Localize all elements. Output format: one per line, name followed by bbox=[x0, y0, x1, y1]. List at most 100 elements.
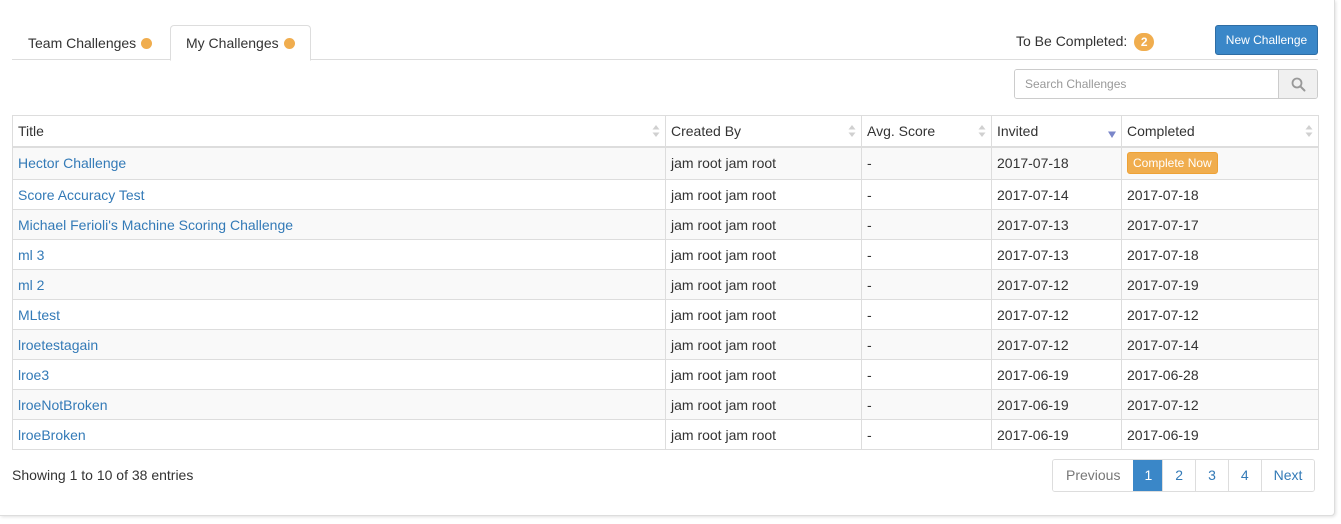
title-cell: lroeBroken bbox=[12, 419, 666, 450]
tab-team-challenges[interactable]: Team Challenges bbox=[12, 25, 168, 60]
search-button[interactable] bbox=[1278, 70, 1317, 98]
created-by-cell: jam root jam root bbox=[665, 329, 862, 360]
notification-dot bbox=[283, 38, 295, 49]
column-header-title[interactable]: Title bbox=[12, 115, 666, 148]
completed-cell: 2017-06-19 bbox=[1121, 419, 1319, 450]
page-button-2[interactable]: 2 bbox=[1162, 460, 1196, 491]
sort-both-icon bbox=[978, 124, 986, 138]
challenges-panel: Team Challenges My Challenges To Be Comp… bbox=[0, 0, 1335, 516]
table-row: lroeNotBroken jam root jam root - 2017-0… bbox=[12, 389, 1319, 420]
created-by-cell: jam root jam root bbox=[665, 146, 862, 180]
tab-my-challenges[interactable]: My Challenges bbox=[170, 25, 311, 61]
challenge-title-link[interactable]: Michael Ferioli's Machine Scoring Challe… bbox=[18, 217, 293, 233]
search-input[interactable] bbox=[1015, 70, 1279, 98]
to-be-completed: To Be Completed: 2 bbox=[1016, 33, 1155, 51]
invited-cell: 2017-06-19 bbox=[991, 389, 1122, 420]
search-icon bbox=[1291, 77, 1306, 92]
table-row: lroe3 jam root jam root - 2017-06-19 201… bbox=[12, 359, 1319, 390]
sort-both-icon bbox=[1305, 124, 1313, 138]
avg-score-cell: - bbox=[861, 209, 992, 240]
title-cell: Hector Challenge bbox=[12, 146, 666, 180]
sort-both-icon bbox=[848, 124, 856, 138]
next-page-button[interactable]: Next bbox=[1260, 460, 1315, 491]
challenge-title-link[interactable]: lroeNotBroken bbox=[18, 397, 108, 413]
title-cell: Score Accuracy Test bbox=[12, 179, 666, 210]
challenge-title-link[interactable]: lroetestagain bbox=[18, 337, 98, 353]
table-row: ml 2 jam root jam root - 2017-07-12 2017… bbox=[12, 269, 1319, 300]
challenge-title-link[interactable]: lroeBroken bbox=[18, 427, 86, 443]
invited-cell: 2017-07-13 bbox=[991, 239, 1122, 270]
table-row: ml 3 jam root jam root - 2017-07-13 2017… bbox=[12, 239, 1319, 270]
challenge-title-link[interactable]: lroe3 bbox=[18, 367, 49, 383]
title-cell: ml 2 bbox=[12, 269, 666, 300]
challenge-title-link[interactable]: Score Accuracy Test bbox=[18, 187, 145, 203]
column-header-invited[interactable]: Invited bbox=[991, 115, 1122, 148]
title-cell: lroetestagain bbox=[12, 329, 666, 360]
completed-cell: 2017-07-17 bbox=[1121, 209, 1319, 240]
avg-score-cell: - bbox=[861, 389, 992, 420]
challenge-title-link[interactable]: Hector Challenge bbox=[18, 155, 126, 171]
created-by-cell: jam root jam root bbox=[665, 359, 862, 390]
notification-dot bbox=[141, 38, 153, 49]
invited-cell: 2017-07-14 bbox=[991, 179, 1122, 210]
table-row: Michael Ferioli's Machine Scoring Challe… bbox=[12, 209, 1319, 240]
invited-cell: 2017-07-12 bbox=[991, 299, 1122, 330]
invited-cell: 2017-07-18 bbox=[991, 146, 1122, 180]
column-header-avg-score[interactable]: Avg. Score bbox=[861, 115, 992, 148]
column-header-label: Title bbox=[18, 122, 44, 139]
avg-score-cell: - bbox=[861, 146, 992, 180]
page-button-3[interactable]: 3 bbox=[1195, 460, 1228, 491]
sort-both-icon bbox=[652, 124, 660, 138]
avg-score-cell: - bbox=[861, 329, 992, 360]
column-header-created-by[interactable]: Created By bbox=[665, 115, 862, 148]
completed-cell: 2017-06-28 bbox=[1121, 359, 1319, 390]
title-cell: lroeNotBroken bbox=[12, 389, 666, 420]
column-header-label: Invited bbox=[997, 122, 1039, 139]
avg-score-cell: - bbox=[861, 419, 992, 450]
completed-cell: 2017-07-14 bbox=[1121, 329, 1319, 360]
table-row: Score Accuracy Test jam root jam root - … bbox=[12, 179, 1319, 210]
table-row: Hector Challenge jam root jam root - 201… bbox=[12, 146, 1319, 180]
new-challenge-button[interactable]: New Challenge bbox=[1215, 25, 1318, 55]
completed-cell: 2017-07-18 bbox=[1121, 179, 1319, 210]
complete-now-button[interactable]: Complete Now bbox=[1127, 152, 1218, 175]
title-cell: ml 3 bbox=[12, 239, 666, 270]
invited-cell: 2017-07-13 bbox=[991, 209, 1122, 240]
to-be-completed-badge: 2 bbox=[1134, 33, 1155, 51]
invited-cell: 2017-06-19 bbox=[991, 419, 1122, 450]
previous-page-button[interactable]: Previous bbox=[1053, 460, 1134, 491]
table-header-row: Title Created By Avg. Score Invited Comp… bbox=[12, 115, 1319, 148]
table-info-text: Showing 1 to 10 of 38 entries bbox=[12, 467, 194, 483]
avg-score-cell: - bbox=[861, 179, 992, 210]
completed-cell: 2017-07-12 bbox=[1121, 299, 1319, 330]
invited-cell: 2017-06-19 bbox=[991, 359, 1122, 390]
created-by-cell: jam root jam root bbox=[665, 239, 862, 270]
avg-score-cell: - bbox=[861, 269, 992, 300]
challenge-title-link[interactable]: MLtest bbox=[18, 307, 60, 323]
table-row: lroeBroken jam root jam root - 2017-06-1… bbox=[12, 419, 1319, 450]
to-be-completed-label: To Be Completed: bbox=[1016, 33, 1128, 49]
completed-cell: 2017-07-18 bbox=[1121, 239, 1319, 270]
created-by-cell: jam root jam root bbox=[665, 419, 862, 450]
title-cell: Michael Ferioli's Machine Scoring Challe… bbox=[12, 209, 666, 240]
created-by-cell: jam root jam root bbox=[665, 269, 862, 300]
challenge-title-link[interactable]: ml 2 bbox=[18, 277, 44, 293]
completed-cell: Complete Now bbox=[1121, 146, 1319, 180]
tab-label: Team Challenges bbox=[28, 35, 137, 51]
column-header-label: Avg. Score bbox=[867, 122, 936, 139]
table-row: MLtest jam root jam root - 2017-07-12 20… bbox=[12, 299, 1319, 330]
title-cell: lroe3 bbox=[12, 359, 666, 390]
completed-cell: 2017-07-19 bbox=[1121, 269, 1319, 300]
page-button-4[interactable]: 4 bbox=[1227, 460, 1261, 491]
invited-cell: 2017-07-12 bbox=[991, 329, 1122, 360]
created-by-cell: jam root jam root bbox=[665, 389, 862, 420]
table-row: lroetestagain jam root jam root - 2017-0… bbox=[12, 329, 1319, 360]
challenges-table: Title Created By Avg. Score Invited Comp… bbox=[12, 115, 1319, 450]
challenge-title-link[interactable]: ml 3 bbox=[18, 247, 44, 263]
completed-cell: 2017-07-12 bbox=[1121, 389, 1319, 420]
avg-score-cell: - bbox=[861, 239, 992, 270]
search-box bbox=[1014, 69, 1318, 99]
column-header-completed[interactable]: Completed bbox=[1121, 115, 1319, 148]
created-by-cell: jam root jam root bbox=[665, 179, 862, 210]
page-button-1[interactable]: 1 bbox=[1133, 460, 1163, 491]
